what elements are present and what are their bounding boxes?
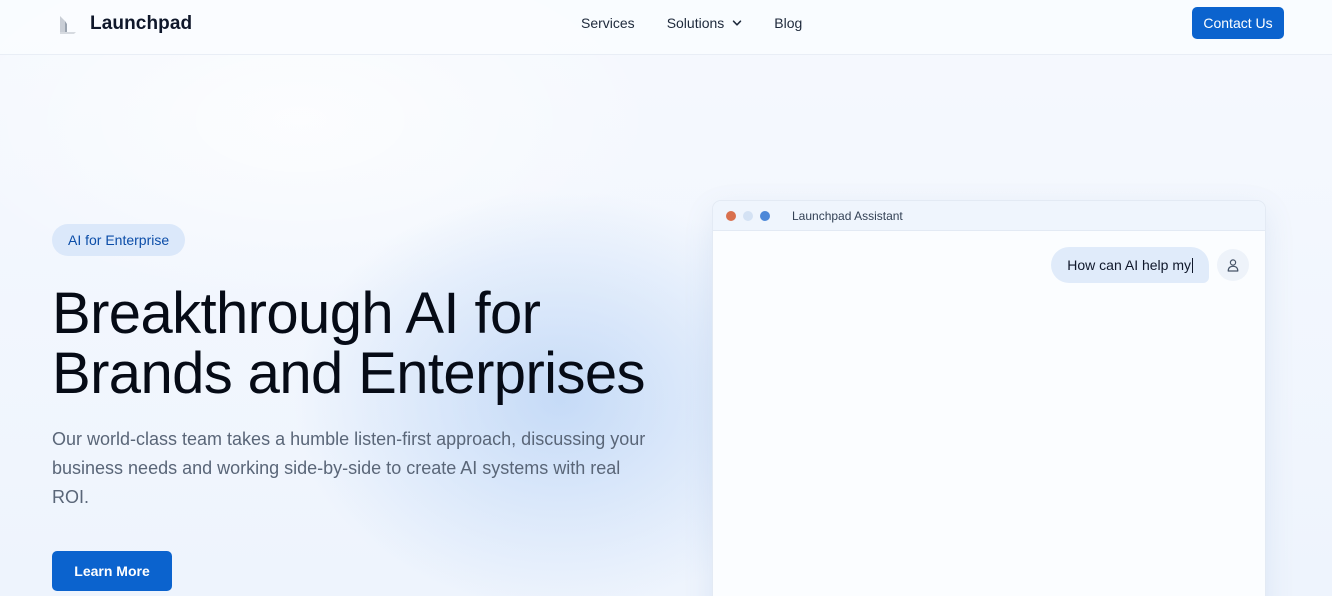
chevron-down-icon xyxy=(733,20,742,26)
window-minimize-dot xyxy=(743,210,753,221)
user-avatar xyxy=(1217,249,1249,281)
window-close-dot xyxy=(726,210,736,221)
user-icon xyxy=(1227,259,1239,272)
hero-description: Our world-class team takes a humble list… xyxy=(52,429,646,507)
main-nav: Services Solutions Blog xyxy=(581,14,802,32)
assistant-window: Launchpad Assistant How can AI help my xyxy=(712,200,1266,596)
contact-us-button[interactable]: Contact Us xyxy=(1192,7,1284,39)
nav-solutions-label: Solutions xyxy=(666,15,725,31)
learn-more-button[interactable]: Learn More xyxy=(52,551,172,591)
user-message-text: How can AI help my xyxy=(1067,257,1191,273)
assistant-title: Launchpad Assistant xyxy=(792,208,903,223)
typing-caret xyxy=(1192,257,1193,273)
user-message-row: How can AI help my xyxy=(1051,247,1249,283)
nav-services[interactable]: Services xyxy=(581,14,635,32)
launchpad-logo-icon xyxy=(60,16,76,34)
site-header: Launchpad Services Solutions Blog Contac… xyxy=(0,0,1332,55)
brand-name: Launchpad xyxy=(90,13,193,34)
assistant-titlebar: Launchpad Assistant xyxy=(713,201,1265,231)
headline-line-1: Breakthrough AI for xyxy=(52,281,541,346)
hero-headline: Breakthrough AI for Brands and Enterpris… xyxy=(52,284,692,404)
window-maximize-dot xyxy=(760,210,770,221)
headline-line-2: Brands and Enterprises xyxy=(52,341,646,406)
hero-badge: AI for Enterprise xyxy=(52,224,186,256)
nav-blog[interactable]: Blog xyxy=(774,14,802,32)
user-message-bubble: How can AI help my xyxy=(1051,247,1209,283)
nav-solutions[interactable]: Solutions xyxy=(667,14,743,32)
brand-logo[interactable]: Launchpad xyxy=(56,13,192,35)
